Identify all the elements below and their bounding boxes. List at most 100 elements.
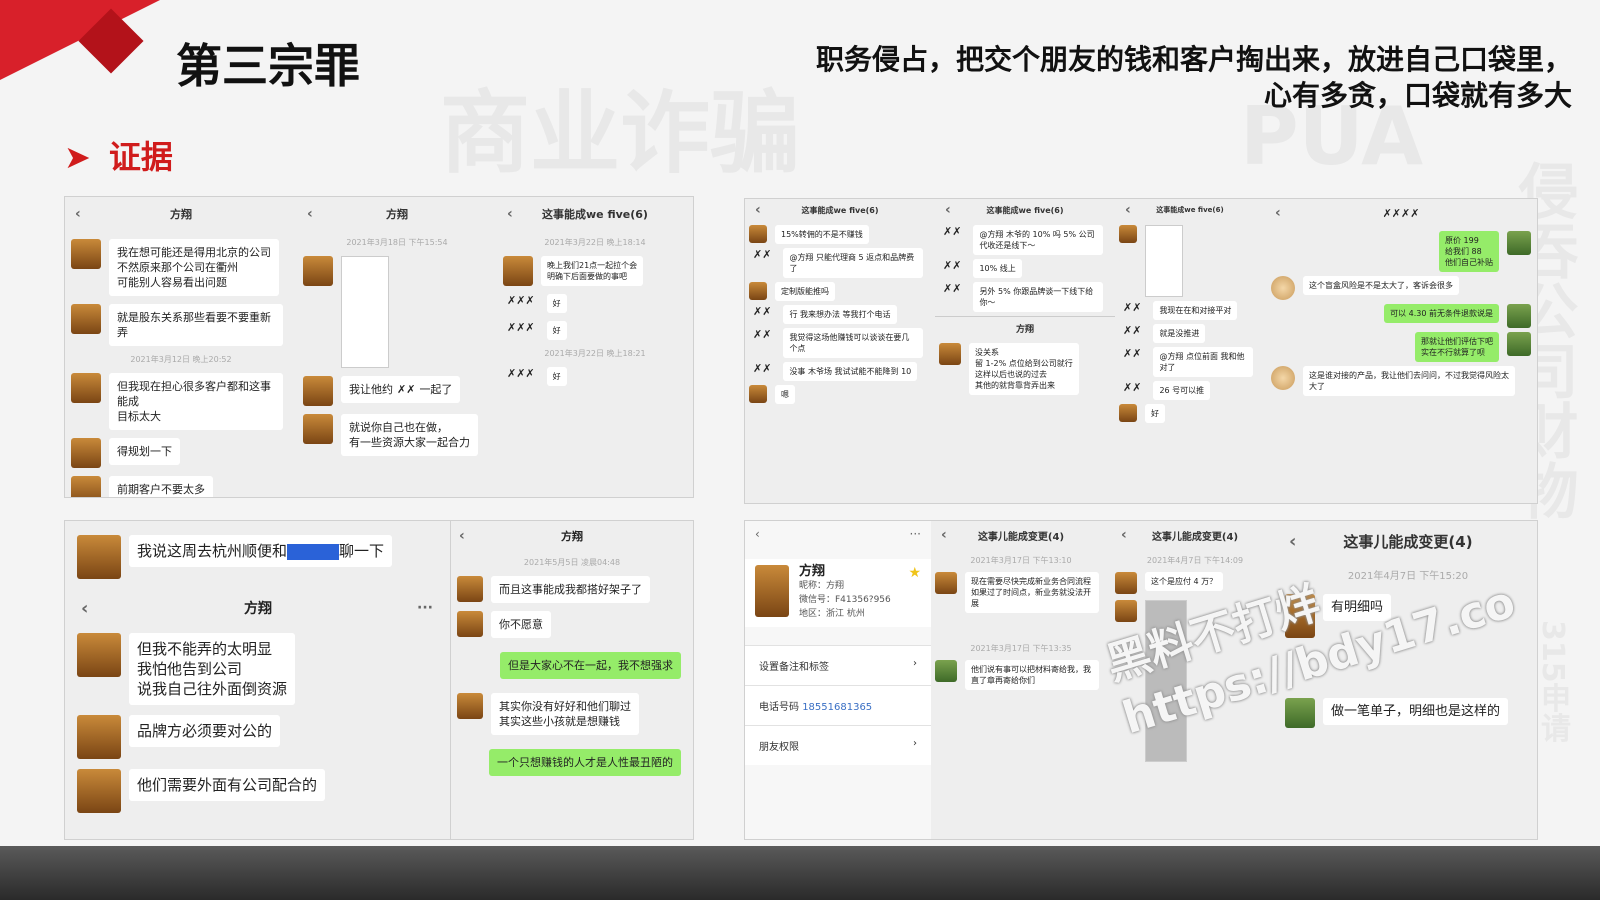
redaction-scribble: ✗✗ (943, 282, 962, 295)
profile-name: 方翔 (799, 564, 826, 579)
back-icon[interactable]: ‹ (507, 206, 513, 222)
redaction-scribble: ✗✗ (397, 383, 416, 396)
back-icon[interactable]: ‹ (1125, 202, 1131, 218)
back-icon[interactable]: ‹ (1289, 531, 1296, 552)
profile-region: 地区：浙江 杭州 (799, 609, 865, 619)
message-row: 这个盲盒风险是不是太大了，客诉会很多 (1271, 276, 1531, 300)
message-bubble: 但是大家心不在一起，我不想强求 (500, 652, 681, 679)
back-icon[interactable]: ‹ (459, 528, 465, 544)
section-label-text: 证据 (108, 138, 173, 176)
message-bubble: 而且这事能成我都搭好架子了 (491, 576, 650, 603)
message-bubble: 10% 线上 (973, 259, 1022, 278)
avatar (1285, 698, 1315, 728)
redaction-scribble: ✗✗✗✗ (1382, 206, 1420, 220)
message-row: ✗✗ @方翔 木爷的 10% 吗 5% 公司代收还是线下～ (939, 225, 1111, 255)
profile-nickname: 昵称：方翔 (799, 581, 845, 591)
message-bubble: 好 (546, 367, 567, 386)
arrow-icon: ➤ (64, 138, 91, 176)
chat-column: ‹ 这事能成we five(6) 2021年3月22日 晚上18:14 晚上我们2… (497, 197, 693, 497)
message-row: 一个只想赚钱的人才是人性最丑陋的 (455, 749, 689, 776)
avatar (749, 225, 767, 243)
more-icon[interactable]: ··· (910, 527, 921, 541)
back-icon[interactable]: ‹ (81, 598, 88, 619)
back-icon[interactable]: ‹ (941, 527, 947, 543)
avatar (71, 304, 101, 334)
message-bubble: 一个只想赚钱的人才是人性最丑陋的 (489, 749, 681, 776)
message-row: 原价 199 给我们 88 他们自己补贴 (1271, 231, 1531, 272)
chevron-right-icon: › (913, 658, 917, 669)
back-icon[interactable]: ‹ (945, 202, 951, 218)
message-bubble: 但我现在担心很多客户都和这事能成 目标太大 (109, 373, 283, 430)
message-bubble: 品牌方必须要对公的 (129, 715, 281, 747)
profile-row[interactable]: 设置备注和标签 › (745, 645, 931, 685)
chat-column: ‹ ✗✗✗✗ 原价 199 给我们 88 他们自己补贴 这个盲盒风险是不是太大了，… (1265, 199, 1537, 503)
message-bubble: 我现在在和对接平对 (1153, 301, 1238, 320)
avatar (1507, 231, 1531, 255)
message-bubble: 26 号可以推 (1153, 381, 1211, 400)
chat-header: 这事能成we five(6) (1156, 206, 1224, 214)
message-bubble: 现在需要尽快完成新业务合同流程如果过了时间点，新业务就没法开展 (965, 572, 1099, 613)
screenshot-panel-2: ‹ 这事能成we five(6) 15%转佣的不是不赚钱 ✗✗ @方翔 只能代理商 … (744, 198, 1538, 504)
message-row: 好 (1119, 404, 1261, 423)
profile-row[interactable]: 电话号码 18551681365 (745, 685, 931, 725)
message-text: 我说这周去杭州顺便和 (137, 542, 288, 560)
message-bubble: 可以 4.30 前无条件退款说是 (1384, 304, 1499, 323)
back-icon[interactable]: ‹ (755, 202, 761, 218)
message-row: 我说这周去杭州顺便和 聊一下 (77, 535, 439, 579)
redaction-scribble: ✗✗✗ (507, 367, 535, 380)
message-text: 聊一下 (339, 542, 385, 560)
chevron-right-icon: › (913, 738, 917, 749)
avatar (749, 282, 767, 300)
message-row: 但是大家心不在一起，我不想强求 (455, 652, 689, 679)
profile-card: 方翔 昵称：方翔 微信号：F41356?956 地区：浙江 杭州 ★ (745, 559, 931, 627)
phone-screenshot-image (1145, 225, 1183, 297)
message-row: 晚上我们21点一起拉个会 明确下后面要做的事吧 (503, 256, 687, 286)
message-row: ✗✗✗ 好 (503, 321, 687, 340)
screenshot-panel-1: ‹ 方翔 我在想可能还是得用北京的公司 不然原来那个公司在衢州 可能别人容易看出问… (64, 196, 694, 498)
profile-row-label: 设置备注和标签 (759, 662, 829, 673)
redaction-scribble: ✗✗ (753, 305, 772, 318)
message-row: ✗✗ 行 我来想办法 等我打个电话 (749, 305, 931, 324)
slide-subtitle: 职务侵占，把交个朋友的钱和客户掏出来，放进自己口袋里，心有多贪，口袋就有多大 (815, 43, 1572, 112)
back-icon[interactable]: ‹ (307, 206, 313, 222)
profile-column: ‹ ··· 方翔 昵称：方翔 微信号：F41356?956 地区：浙江 杭州 ★ … (745, 521, 931, 839)
message-bubble: 晚上我们21点一起拉个会 明确下后面要做的事吧 (541, 256, 644, 286)
message-bubble: 其实你没有好好和他们聊过 其实这些小孩就是想赚钱 (491, 693, 639, 735)
message-row: 15%转佣的不是不赚钱 (749, 225, 931, 244)
avatar (77, 633, 121, 677)
avatar (1119, 225, 1137, 243)
profile-row[interactable]: 朋友权限 › (745, 725, 931, 765)
redaction-scribble: ✗✗ (943, 225, 962, 238)
back-icon[interactable]: ‹ (75, 206, 81, 222)
avatar (71, 373, 101, 403)
more-icon[interactable]: ··· (417, 600, 433, 616)
message-bubble: 好 (546, 294, 567, 313)
avatar (1507, 304, 1531, 328)
message-row: ✗✗ 就是没推进 (1119, 324, 1261, 343)
bg-word: 商业诈骗 (440, 81, 800, 186)
redaction-scribble: ✗✗ (1123, 324, 1142, 337)
redaction-scribble: ✗✗ (1123, 301, 1142, 314)
avatar (1115, 572, 1137, 594)
chat-column: ‹ 方翔 2021年3月18日 下午15:54 我让他约 ✗✗ 一起了 就说你自己也在… (297, 197, 497, 497)
redaction-scribble: ✗✗ (753, 362, 772, 375)
message-row: 嗯 (749, 385, 931, 404)
avatar (457, 611, 483, 637)
message-bubble: 行 我来想办法 等我打个电话 (783, 305, 897, 324)
phone-number[interactable]: 18551681365 (802, 702, 872, 713)
message-row: 这是谁对接的产品，我让他们去问问，不过我觉得风险太大了 (1271, 366, 1531, 396)
message-bubble: 这是谁对接的产品，我让他们去问问，不过我觉得风险太大了 (1303, 366, 1515, 396)
message-text: 一起了 (419, 383, 453, 396)
message-bubble: @方翔 木爷的 10% 吗 5% 公司代收还是线下～ (973, 225, 1103, 255)
avatar (303, 256, 333, 286)
message-row (1119, 225, 1261, 297)
message-bubble: 没事 木爷场 我试试能不能降到 10 (783, 362, 918, 381)
chat-column: ‹ 这事能成we five(6) 15%转佣的不是不赚钱 ✗✗ @方翔 只能代理商 … (745, 199, 935, 503)
back-icon[interactable]: ‹ (755, 527, 760, 541)
avatar (1119, 404, 1137, 422)
message-bubble: 你不愿意 (491, 611, 551, 638)
message-bubble: 得规划一下 (109, 438, 180, 465)
back-icon[interactable]: ‹ (1275, 205, 1281, 221)
star-icon[interactable]: ★ (908, 565, 921, 621)
back-icon[interactable]: ‹ (1121, 527, 1127, 543)
